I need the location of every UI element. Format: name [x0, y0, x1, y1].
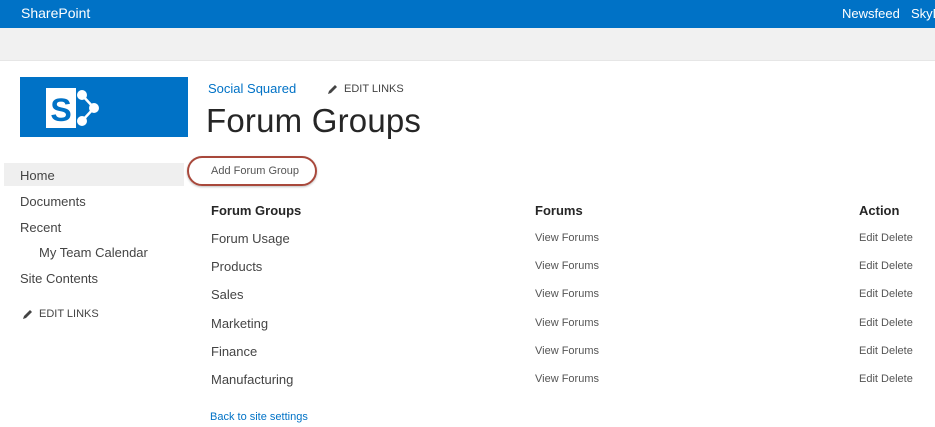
table-row: Manufacturing View Forums Edit Delete [0, 372, 935, 392]
breadcrumb-site-link[interactable]: Social Squared [208, 81, 296, 96]
nav-item-label: Home [20, 168, 55, 183]
pencil-icon [328, 84, 337, 94]
view-forums-link[interactable]: View Forums [535, 260, 599, 272]
svg-text:S: S [50, 92, 71, 128]
edit-delete-links[interactable]: Edit Delete [859, 232, 913, 244]
add-forum-group-link[interactable]: Add Forum Group [211, 165, 299, 177]
column-header-forum-groups: Forum Groups [211, 203, 302, 218]
forum-group-name: Products [211, 259, 263, 274]
suite-brand-link[interactable]: SharePoint [21, 5, 90, 21]
page-title: Forum Groups [206, 102, 422, 139]
column-header-forums: Forums [535, 203, 583, 218]
forum-group-name: Finance [211, 344, 258, 359]
nav-item-home[interactable]: Home [4, 163, 184, 186]
edit-delete-links[interactable]: Edit Delete [859, 260, 913, 272]
back-to-site-settings-link[interactable]: Back to site settings [210, 411, 308, 423]
view-forums-link[interactable]: View Forums [535, 288, 599, 300]
table-row: Forum Usage View Forums Edit Delete [0, 231, 935, 251]
table-row: Sales View Forums Edit Delete [0, 287, 935, 307]
table-row: Finance View Forums Edit Delete [0, 344, 935, 364]
table-row: Marketing View Forums Edit Delete [0, 316, 935, 336]
table-row: Products View Forums Edit Delete [0, 259, 935, 279]
nav-item-documents[interactable]: Documents [20, 194, 86, 209]
view-forums-link[interactable]: View Forums [535, 345, 599, 357]
newsfeed-link[interactable]: Newsfeed [842, 6, 900, 21]
edit-delete-links[interactable]: Edit Delete [859, 373, 913, 385]
view-forums-link[interactable]: View Forums [535, 317, 599, 329]
add-forum-group-highlight: Add Forum Group [187, 156, 317, 186]
view-forums-link[interactable]: View Forums [535, 232, 599, 244]
suite-bar: SharePoint Newsfeed SkyD [0, 0, 935, 28]
forum-group-name: Sales [211, 287, 244, 302]
edit-delete-links[interactable]: Edit Delete [859, 345, 913, 357]
edit-delete-links[interactable]: Edit Delete [859, 288, 913, 300]
edit-delete-links[interactable]: Edit Delete [859, 317, 913, 329]
forum-group-name: Marketing [211, 316, 269, 331]
site-logo[interactable]: S [20, 77, 188, 137]
sharepoint-logo-icon: S [46, 88, 99, 128]
top-edit-links[interactable]: EDIT LINKS [327, 83, 404, 95]
top-edit-links-label: EDIT LINKS [344, 83, 404, 95]
forum-group-name: Forum Usage [211, 231, 290, 246]
skydrive-link[interactable]: SkyD [911, 6, 935, 21]
ribbon-bar [0, 28, 935, 61]
forum-group-name: Manufacturing [211, 372, 294, 387]
column-header-action: Action [859, 203, 900, 218]
view-forums-link[interactable]: View Forums [535, 373, 599, 385]
